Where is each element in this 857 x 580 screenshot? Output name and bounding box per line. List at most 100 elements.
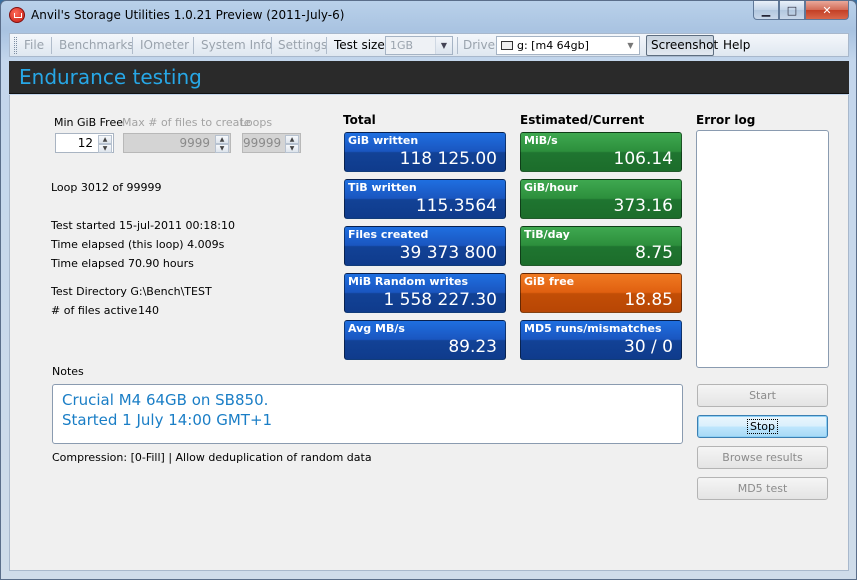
max-files-stepper[interactable]: ▲ ▼ bbox=[215, 135, 229, 153]
arrow-down-icon[interactable]: ▼ bbox=[285, 144, 299, 153]
minimize-button[interactable]: ▁ bbox=[753, 1, 779, 20]
max-files-input[interactable]: 9999 ▲ ▼ bbox=[123, 133, 231, 153]
loops-input[interactable]: 99999 ▲ ▼ bbox=[242, 133, 301, 153]
min-free-stepper[interactable]: ▲ ▼ bbox=[98, 135, 112, 153]
drive-icon bbox=[501, 41, 513, 50]
tile-gib-per-hour: GiB/hour 373.16 bbox=[520, 179, 682, 219]
tile-value: 373.16 bbox=[613, 196, 673, 216]
stop-button-label: Stop bbox=[746, 419, 778, 434]
loops-value: 99999 bbox=[243, 136, 282, 150]
drive-select[interactable]: g: [m4 64gb] ▼ bbox=[496, 36, 640, 55]
notes-label: Notes bbox=[52, 365, 84, 378]
test-directory: Test Directory G:\Bench\TEST bbox=[51, 285, 212, 298]
tile-value: 89.23 bbox=[448, 337, 497, 357]
toolbar-separator bbox=[271, 37, 272, 54]
arrow-up-icon[interactable]: ▲ bbox=[215, 135, 229, 144]
stop-button[interactable]: Stop bbox=[697, 415, 828, 438]
tile-label: Avg MB/s bbox=[348, 322, 405, 335]
drive-label: Drive bbox=[463, 38, 495, 52]
tile-mib-per-sec: MiB/s 106.14 bbox=[520, 132, 682, 172]
toolbar: File Benchmarks IOmeter System Info Sett… bbox=[9, 33, 849, 57]
chevron-down-icon[interactable]: ▼ bbox=[622, 37, 639, 54]
test-size-label: Test size bbox=[334, 38, 385, 52]
max-files-label: Max # of files to create bbox=[122, 116, 251, 129]
files-active-value: 140 bbox=[138, 304, 159, 317]
error-log-heading: Error log bbox=[696, 113, 756, 127]
test-size-select[interactable]: 1GB ▼ bbox=[385, 36, 453, 55]
tile-label: MD5 runs/mismatches bbox=[524, 322, 662, 335]
tile-label: GiB/hour bbox=[524, 181, 578, 194]
test-started: Test started 15-jul-2011 00:18:10 bbox=[51, 219, 235, 232]
tile-label: GiB written bbox=[348, 134, 419, 147]
arrow-up-icon[interactable]: ▲ bbox=[285, 135, 299, 144]
max-files-value: 9999 bbox=[179, 136, 210, 150]
arrow-up-icon[interactable]: ▲ bbox=[98, 135, 112, 144]
close-button[interactable]: ✕ bbox=[805, 1, 849, 20]
tile-value: 18.85 bbox=[624, 290, 673, 310]
tile-label: TiB written bbox=[348, 181, 417, 194]
compression-status: Compression: [0-Fill] | Allow deduplicat… bbox=[52, 451, 372, 464]
menu-settings[interactable]: Settings bbox=[278, 38, 327, 52]
menu-benchmarks[interactable]: Benchmarks bbox=[59, 38, 134, 52]
tile-value: 8.75 bbox=[635, 243, 673, 263]
min-free-input[interactable]: 12 ▲ ▼ bbox=[55, 133, 114, 153]
estimated-heading: Estimated/Current bbox=[520, 113, 645, 127]
tile-avg-mbs: Avg MB/s 89.23 bbox=[344, 320, 506, 360]
notes-textarea[interactable]: Crucial M4 64GB on SB850. Started 1 July… bbox=[52, 384, 683, 444]
toolbar-separator bbox=[193, 37, 194, 54]
tile-label: MiB Random writes bbox=[348, 275, 469, 288]
test-size-value: 1GB bbox=[390, 39, 414, 52]
app-logo-icon[interactable] bbox=[9, 7, 25, 23]
tile-label: Files created bbox=[348, 228, 429, 241]
tile-label: MiB/s bbox=[524, 134, 558, 147]
error-log-textarea[interactable] bbox=[696, 130, 829, 368]
notes-line-1: Crucial M4 64GB on SB850. bbox=[62, 391, 269, 409]
drive-value: g: [m4 64gb] bbox=[517, 39, 589, 52]
arrow-down-icon[interactable]: ▼ bbox=[98, 144, 112, 153]
menu-file[interactable]: File bbox=[24, 38, 44, 52]
app-window: Anvil's Storage Utilities 1.0.21 Preview… bbox=[0, 0, 857, 580]
toolbar-grip-icon[interactable] bbox=[14, 37, 17, 54]
elapsed-total: Time elapsed 70.90 hours bbox=[51, 257, 194, 270]
browse-results-button[interactable]: Browse results bbox=[697, 446, 828, 469]
tile-label: GiB free bbox=[524, 275, 575, 288]
caption-buttons: ▁ □ ✕ bbox=[753, 1, 849, 21]
maximize-button[interactable]: □ bbox=[779, 1, 805, 20]
screenshot-button[interactable]: Screenshot bbox=[646, 35, 718, 56]
menu-help[interactable]: Help bbox=[723, 38, 750, 52]
tile-value: 115.3564 bbox=[415, 196, 497, 216]
window-title: Anvil's Storage Utilities 1.0.21 Preview… bbox=[31, 8, 345, 22]
toolbar-separator bbox=[132, 37, 133, 54]
tile-value: 118 125.00 bbox=[399, 149, 497, 169]
menu-iometer[interactable]: IOmeter bbox=[140, 38, 189, 52]
arrow-down-icon[interactable]: ▼ bbox=[215, 144, 229, 153]
tile-value: 106.14 bbox=[613, 149, 673, 169]
toolbar-separator bbox=[326, 37, 327, 54]
title-bar[interactable]: Anvil's Storage Utilities 1.0.21 Preview… bbox=[1, 1, 856, 31]
total-heading: Total bbox=[343, 113, 376, 127]
loop-status: Loop 3012 of 99999 bbox=[51, 181, 162, 194]
tile-mib-random-writes: MiB Random writes 1 558 227.30 bbox=[344, 273, 506, 313]
files-active-label: # of files active bbox=[51, 304, 138, 317]
tile-md5-runs: MD5 runs/mismatches 30 / 0 bbox=[520, 320, 682, 360]
loops-stepper[interactable]: ▲ ▼ bbox=[285, 135, 299, 153]
page-header: Endurance testing bbox=[9, 61, 849, 94]
main-panel: Min GiB Free 12 ▲ ▼ Max # of files to cre… bbox=[9, 95, 849, 571]
tile-files-created: Files created 39 373 800 bbox=[344, 226, 506, 266]
chevron-down-icon[interactable]: ▼ bbox=[435, 37, 452, 54]
tile-value: 1 558 227.30 bbox=[383, 290, 497, 310]
md5-test-button[interactable]: MD5 test bbox=[697, 477, 828, 500]
tile-label: TiB/day bbox=[524, 228, 570, 241]
loops-label: Loops bbox=[240, 116, 273, 129]
tile-tib-per-day: TiB/day 8.75 bbox=[520, 226, 682, 266]
tile-value: 30 / 0 bbox=[624, 337, 673, 357]
min-free-label: Min GiB Free bbox=[54, 116, 123, 129]
menu-system-info[interactable]: System Info bbox=[201, 38, 272, 52]
toolbar-separator bbox=[51, 37, 52, 54]
tile-gib-written: GiB written 118 125.00 bbox=[344, 132, 506, 172]
tile-tib-written: TiB written 115.3564 bbox=[344, 179, 506, 219]
tile-value: 39 373 800 bbox=[399, 243, 497, 263]
notes-line-2: Started 1 July 14:00 GMT+1 bbox=[62, 411, 273, 429]
tile-gib-free: GiB free 18.85 bbox=[520, 273, 682, 313]
start-button[interactable]: Start bbox=[697, 384, 828, 407]
